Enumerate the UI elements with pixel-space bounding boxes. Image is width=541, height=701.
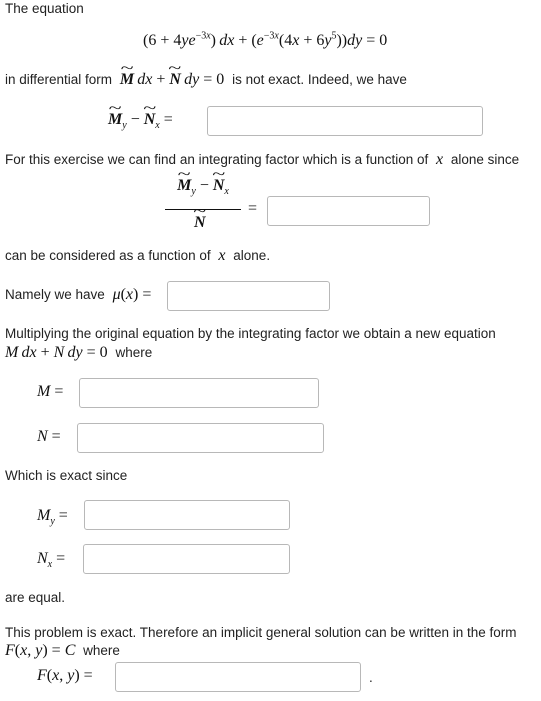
nonexact-text-before: in differential form	[5, 72, 113, 87]
namely-text: Namely we have	[5, 287, 105, 302]
function-sentence: can be considered as a function of x alo…	[5, 248, 270, 264]
My-label: My =	[37, 507, 68, 528]
mu-math: μ(x) =	[112, 286, 152, 303]
nonexact-sentence: in differential form M dx + N dy = 0 is …	[5, 72, 407, 88]
fraction-equals: =	[248, 200, 258, 217]
nonexact-text-after: is not exact. Indeed, we have	[232, 72, 407, 87]
namely-sentence: Namely we have μ(x) =	[5, 287, 151, 303]
function-text-before: can be considered as a function of	[5, 248, 211, 263]
are-equal-text: are equal.	[5, 590, 66, 605]
new-equation-math: M dx + N dy = 0	[5, 344, 112, 361]
implicit-form-line: F(x, y) = C where	[5, 643, 120, 659]
trailing-period: .	[369, 670, 373, 685]
implicit-form-math: F(x, y) = C	[5, 642, 76, 659]
F-label: F(x, y) =	[37, 667, 93, 684]
mu-input[interactable]	[167, 281, 330, 311]
where-text: where	[115, 345, 153, 360]
new-equation-line: M dx + N dy = 0 where	[5, 345, 152, 361]
fraction-denominator: N	[194, 215, 206, 231]
function-text-after: alone.	[233, 248, 271, 263]
x-variable-math: x	[435, 151, 444, 168]
M-input[interactable]	[79, 378, 319, 408]
N-input[interactable]	[77, 423, 324, 453]
factor-sentence: For this exercise we can find an integra…	[5, 152, 519, 168]
x-alone-math: x	[218, 247, 226, 264]
multiplying-text: Multiplying the original equation by the…	[5, 326, 496, 341]
factor-text-tail: alone since	[450, 152, 520, 167]
N-label: N =	[37, 428, 61, 445]
factor-text: For this exercise we can find an integra…	[5, 152, 429, 167]
Nx-label: Nx =	[37, 550, 66, 571]
differential-form-math: M dx + N dy = 0	[116, 71, 228, 88]
intro-text: The equation	[5, 1, 84, 16]
Nx-input[interactable]	[83, 544, 290, 574]
ratio-input[interactable]	[267, 196, 430, 226]
my-minus-nx-input[interactable]	[207, 106, 483, 136]
exact-since-text: Which is exact since	[5, 468, 128, 483]
M-label: M =	[37, 383, 64, 400]
original-equation: (6 + 4ye−3x) dx + (e−3x(4x + 6y5))dy = 0	[143, 30, 388, 49]
implicit-text: This problem is exact. Therefore an impl…	[5, 625, 517, 640]
fraction-numerator: My − Nx	[165, 178, 241, 197]
My-input[interactable]	[84, 500, 290, 530]
F-input[interactable]	[115, 662, 361, 692]
my-minus-nx-label: My − Nx =	[108, 112, 173, 131]
where-text-2: where	[83, 643, 120, 658]
